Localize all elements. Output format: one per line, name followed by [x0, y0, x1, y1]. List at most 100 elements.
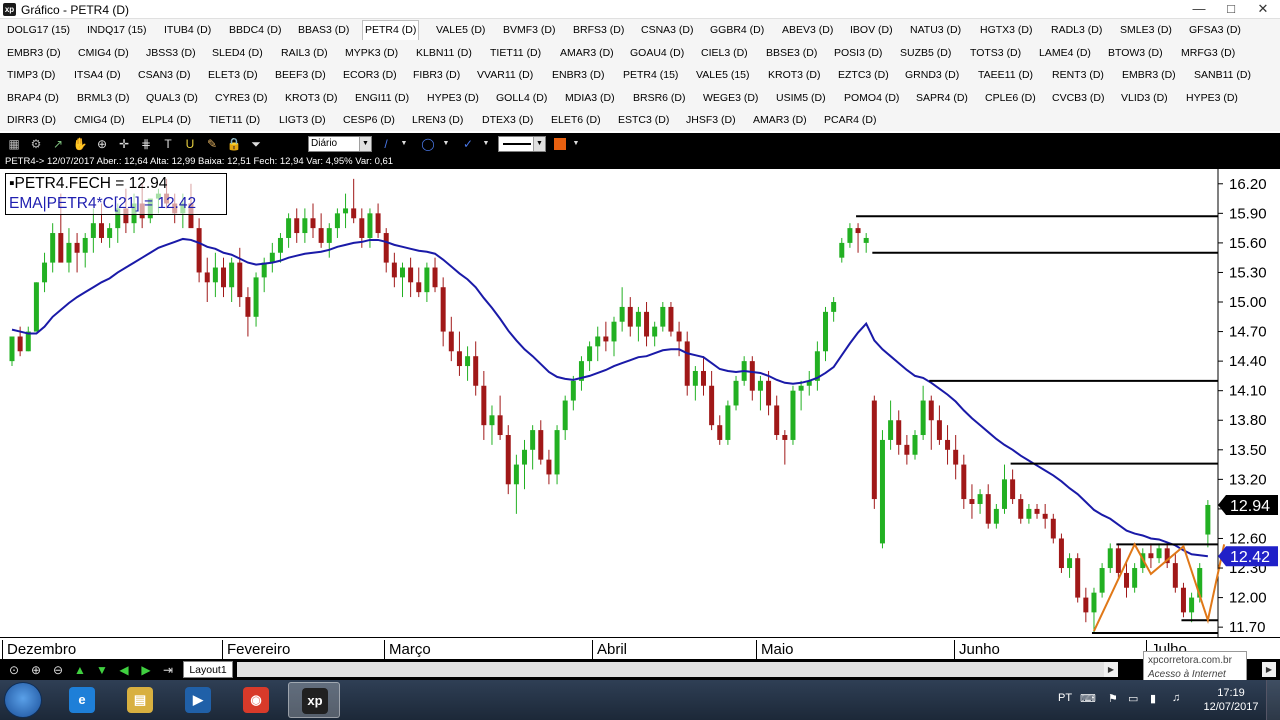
symbol-tab[interactable]: CVCB3 (D) — [1050, 88, 1107, 108]
flag-icon[interactable]: ⚑ — [1108, 692, 1118, 705]
symbol-tab[interactable]: VALE5 (15) — [694, 65, 752, 85]
symbol-tab[interactable]: VALE5 (D) — [434, 20, 487, 40]
symbol-tab[interactable]: SAPR4 (D) — [914, 88, 970, 108]
symbol-tab[interactable]: BBAS3 (D) — [296, 20, 351, 40]
symbol-tab[interactable]: SUZB5 (D) — [898, 43, 953, 63]
scroll-right-icon[interactable]: ▶ — [1262, 662, 1276, 677]
trendline-icon[interactable]: / — [378, 136, 394, 152]
symbol-tab[interactable]: HGTX3 (D) — [978, 20, 1035, 40]
symbol-tab[interactable]: ECOR3 (D) — [341, 65, 399, 85]
symbol-tab[interactable]: DIRR3 (D) — [5, 110, 58, 130]
symbol-tab[interactable]: RAIL3 (D) — [279, 43, 330, 63]
symbol-tab[interactable]: VLID3 (D) — [1119, 88, 1170, 108]
symbol-tab[interactable]: HYPE3 (D) — [425, 88, 481, 108]
network-icon[interactable]: ▮ — [1150, 692, 1156, 705]
pencil-icon[interactable]: ✎ — [204, 136, 220, 152]
symbol-tab[interactable]: CMIG4 (D) — [72, 110, 127, 130]
crosshair-icon[interactable]: ✛ — [116, 136, 132, 152]
zoom-out-icon[interactable]: ⊖ — [50, 662, 66, 678]
arrow-down-icon[interactable]: ▼ — [94, 662, 110, 678]
symbol-tab[interactable]: CSNA3 (D) — [639, 20, 696, 40]
symbol-tab[interactable]: TOTS3 (D) — [968, 43, 1023, 63]
symbol-tab[interactable]: PCAR4 (D) — [822, 110, 879, 130]
symbol-tab[interactable]: ENBR3 (D) — [550, 65, 607, 85]
symbol-tab[interactable]: QUAL3 (D) — [144, 88, 200, 108]
symbol-tab[interactable]: BEEF3 (D) — [273, 65, 328, 85]
filter-icon[interactable]: ⏷ — [248, 136, 264, 152]
bar-chart-icon[interactable]: ▦ — [6, 136, 22, 152]
minimize-icon[interactable]: — — [1183, 0, 1215, 19]
scroll-right-icon[interactable]: ▶ — [1104, 662, 1118, 677]
zoom-fit-icon[interactable]: ⊙ — [6, 662, 22, 678]
symbol-tab[interactable]: PETR4 (D) — [362, 20, 420, 40]
symbol-tab[interactable]: CSAN3 (D) — [136, 65, 193, 85]
layout-tab[interactable]: Layout1 — [183, 661, 233, 678]
periodicity-select[interactable]: Diário ▼ — [308, 136, 372, 152]
symbol-tab[interactable]: TIET11 (D) — [207, 110, 262, 130]
symbol-tab[interactable]: ESTC3 (D) — [616, 110, 671, 130]
arrow-right-icon[interactable]: ▶ — [138, 662, 154, 678]
symbol-tab[interactable]: BRFS3 (D) — [571, 20, 626, 40]
symbol-tab[interactable]: USIM5 (D) — [774, 88, 828, 108]
symbol-tab[interactable]: GOLL4 (D) — [494, 88, 549, 108]
symbol-tab[interactable]: JBSS3 (D) — [144, 43, 198, 63]
symbol-tab[interactable]: LREN3 (D) — [410, 110, 465, 130]
symbol-tab[interactable]: AMAR3 (D) — [751, 110, 809, 130]
price-chart[interactable]: 16.20 15.90 15.60 15.30 15.00 14.70 14.40 14.10… — [0, 169, 1280, 637]
zoom-in-icon[interactable]: ⊕ — [28, 662, 44, 678]
symbol-tab[interactable]: SLED4 (D) — [210, 43, 265, 63]
symbol-tab[interactable]: LAME4 (D) — [1037, 43, 1093, 63]
symbol-tab[interactable]: TIET11 (D) — [488, 43, 543, 63]
go-end-icon[interactable]: ⇥ — [160, 662, 176, 678]
monitor-icon[interactable]: ▭ — [1128, 692, 1138, 705]
fibonacci-icon[interactable]: ⋕ — [138, 136, 154, 152]
zoom-icon[interactable]: ⊕ — [94, 136, 110, 152]
symbol-tab[interactable]: CYRE3 (D) — [213, 88, 270, 108]
symbol-tab[interactable]: DOLG17 (15) — [5, 20, 72, 40]
symbol-tab[interactable]: BRML3 (D) — [75, 88, 132, 108]
chevron-down-icon[interactable]: ▼ — [396, 136, 412, 152]
magnet-icon[interactable]: U — [182, 136, 198, 152]
symbol-tab[interactable]: SANB11 (D) — [1192, 65, 1253, 85]
symbol-tab[interactable]: KROT3 (D) — [283, 88, 340, 108]
symbol-tab[interactable]: DTEX3 (D) — [480, 110, 535, 130]
symbol-tab[interactable]: POSI3 (D) — [832, 43, 884, 63]
horizontal-scrollbar[interactable] — [237, 662, 1117, 677]
symbol-tab[interactable]: ELET6 (D) — [549, 110, 603, 130]
symbol-tab[interactable]: GOAU4 (D) — [628, 43, 686, 63]
symbol-tab[interactable]: INDQ17 (15) — [85, 20, 149, 40]
symbol-tab[interactable]: WEGE3 (D) — [701, 88, 760, 108]
show-desktop-button[interactable] — [1266, 680, 1280, 720]
symbol-tab[interactable]: VVAR11 (D) — [475, 65, 535, 85]
language-indicator[interactable]: PT — [1058, 692, 1072, 704]
symbol-tab[interactable]: AMAR3 (D) — [558, 43, 616, 63]
volume-icon[interactable]: ♫ — [1172, 692, 1180, 704]
lock-icon[interactable]: 🔒 — [226, 136, 242, 152]
close-icon[interactable]: ✕ — [1247, 0, 1279, 19]
symbol-tab[interactable]: ABEV3 (D) — [780, 20, 835, 40]
symbol-tab[interactable]: EMBR3 (D) — [1120, 65, 1178, 85]
symbol-tab[interactable]: GFSA3 (D) — [1187, 20, 1243, 40]
symbol-tab[interactable]: BBSE3 (D) — [764, 43, 819, 63]
keyboard-icon[interactable]: ⌨ — [1080, 692, 1096, 705]
system-clock[interactable]: 17:19 12/07/2017 — [1200, 686, 1262, 714]
symbol-tab[interactable]: JHSF3 (D) — [684, 110, 738, 130]
symbol-tab[interactable]: POMO4 (D) — [842, 88, 901, 108]
chevron-down-icon[interactable]: ▼ — [438, 136, 454, 152]
symbol-tab[interactable]: ELPL4 (D) — [140, 110, 193, 130]
symbol-tab[interactable]: KLBN11 (D) — [414, 43, 474, 63]
file-explorer-icon[interactable]: ▤ — [114, 682, 166, 718]
symbol-tab[interactable]: GGBR4 (D) — [708, 20, 766, 40]
symbol-tab[interactable]: MYPK3 (D) — [343, 43, 400, 63]
symbol-tab[interactable]: EZTC3 (D) — [836, 65, 891, 85]
symbol-tab[interactable]: LIGT3 (D) — [277, 110, 328, 130]
symbol-tab[interactable]: ITUB4 (D) — [162, 20, 213, 40]
arrow-left-icon[interactable]: ◀ — [116, 662, 132, 678]
candlestick-chart[interactable]: 16.20 15.90 15.60 15.30 15.00 14.70 14.40 14.10… — [0, 169, 1280, 637]
symbol-tab[interactable]: CMIG4 (D) — [76, 43, 131, 63]
hand-icon[interactable]: ✋ — [72, 136, 88, 152]
color-picker-icon[interactable] — [552, 136, 568, 152]
symbol-tab[interactable]: MRFG3 (D) — [1179, 43, 1237, 63]
symbol-tab[interactable]: BBDC4 (D) — [227, 20, 284, 40]
symbol-tab[interactable]: CIEL3 (D) — [699, 43, 750, 63]
